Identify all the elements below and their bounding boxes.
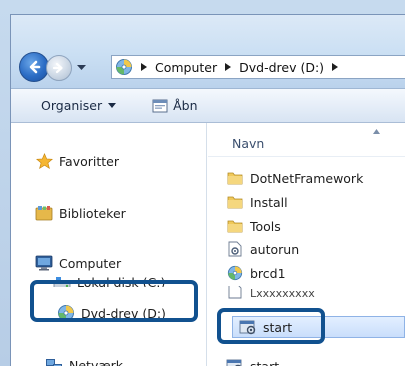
nav-item-label: Biblioteker xyxy=(59,205,126,221)
breadcrumb-separator-icon[interactable] xyxy=(137,63,151,71)
nav-item-computer[interactable]: Computer xyxy=(35,253,121,273)
folder-icon xyxy=(226,169,244,187)
file-row-start-selected[interactable]: start xyxy=(232,316,405,338)
navigation-buttons xyxy=(19,52,103,82)
chevron-down-icon xyxy=(76,65,86,70)
file-row-partial[interactable]: Lxxxxxxxxx xyxy=(226,286,405,300)
open-label: Åbn xyxy=(173,98,198,113)
dvd-drive-icon xyxy=(57,304,75,322)
nav-item-favorites[interactable]: Favoritter xyxy=(35,151,119,171)
sort-ascending-icon xyxy=(373,129,380,134)
file-row-install[interactable]: Install xyxy=(226,191,405,213)
file-list-pane: Navn DotNetFramework Install Tools autor… xyxy=(208,123,405,366)
breadcrumb-separator-icon[interactable] xyxy=(328,63,342,71)
breadcrumb-computer[interactable]: Computer xyxy=(151,60,221,75)
address-bar[interactable]: Computer Dvd-drev (D:) xyxy=(111,55,405,79)
column-header-name[interactable]: Navn xyxy=(208,123,405,157)
file-name: start xyxy=(263,319,293,335)
nav-item-label: Favoritter xyxy=(59,153,119,169)
file-row-dotnetframework[interactable]: DotNetFramework xyxy=(226,167,405,189)
file-icon xyxy=(226,286,244,300)
nav-item-label: Lokal disk (C:) xyxy=(77,275,166,287)
file-name: brcd1 xyxy=(250,265,286,281)
file-name: Install xyxy=(250,194,288,210)
file-name: autorun xyxy=(250,241,300,257)
library-icon xyxy=(35,204,53,222)
file-row-start[interactable]: start xyxy=(226,355,405,366)
file-name: Lxxxxxxxxx xyxy=(250,287,315,300)
settings-file-icon xyxy=(226,240,244,258)
dvd-drive-icon xyxy=(116,59,132,75)
nav-item-label: Dvd-drev (D:) xyxy=(81,305,166,321)
back-button[interactable] xyxy=(19,52,49,82)
application-icon xyxy=(226,357,244,366)
breadcrumb-dvd-drive[interactable]: Dvd-drev (D:) xyxy=(235,60,328,75)
forward-arrow-icon xyxy=(52,62,63,74)
file-name: Tools xyxy=(250,218,281,234)
folder-icon xyxy=(226,193,244,211)
back-arrow-icon xyxy=(29,60,41,74)
file-name: start xyxy=(250,358,280,366)
organise-button[interactable]: Organiser xyxy=(33,94,124,118)
nav-item-label: Computer xyxy=(59,255,122,271)
command-bar: Organiser Åbn xyxy=(11,89,405,123)
file-row-tools[interactable]: Tools xyxy=(226,215,405,237)
file-row-brcd1[interactable]: brcd1 xyxy=(226,262,405,284)
file-row-autorun[interactable]: autorun xyxy=(226,238,405,260)
nav-item-local-disk[interactable]: Lokal disk (C:) xyxy=(53,273,165,287)
navigation-pane: Favoritter Biblioteker Computer Lokal di… xyxy=(11,123,207,366)
nav-item-network[interactable]: Netværk xyxy=(45,355,123,366)
chevron-down-icon xyxy=(108,103,117,108)
forward-button[interactable] xyxy=(46,55,72,81)
folder-icon xyxy=(226,217,244,235)
explorer-window: Computer Dvd-drev (D:) Organiser Åbn Fav… xyxy=(10,14,405,366)
open-button[interactable]: Åbn xyxy=(144,94,205,118)
screenshot-frame: Computer Dvd-drev (D:) Organiser Åbn Fav… xyxy=(0,0,405,366)
application-icon xyxy=(239,318,257,336)
star-icon xyxy=(35,152,53,170)
hard-drive-icon xyxy=(53,275,71,287)
nav-item-libraries[interactable]: Biblioteker xyxy=(35,203,126,223)
column-title: Navn xyxy=(232,136,265,151)
network-icon xyxy=(45,356,63,366)
nav-item-label: Netværk xyxy=(69,357,123,366)
open-window-icon xyxy=(152,99,168,112)
disc-icon xyxy=(226,264,244,282)
file-name: DotNetFramework xyxy=(250,170,364,186)
breadcrumb-separator-icon[interactable] xyxy=(221,63,235,71)
nav-item-dvd-drive[interactable]: Dvd-drev (D:) xyxy=(57,303,166,323)
computer-icon xyxy=(35,254,53,272)
address-area: Computer Dvd-drev (D:) xyxy=(11,15,405,89)
organise-label: Organiser xyxy=(41,98,103,113)
recent-pages-button[interactable] xyxy=(75,62,87,74)
